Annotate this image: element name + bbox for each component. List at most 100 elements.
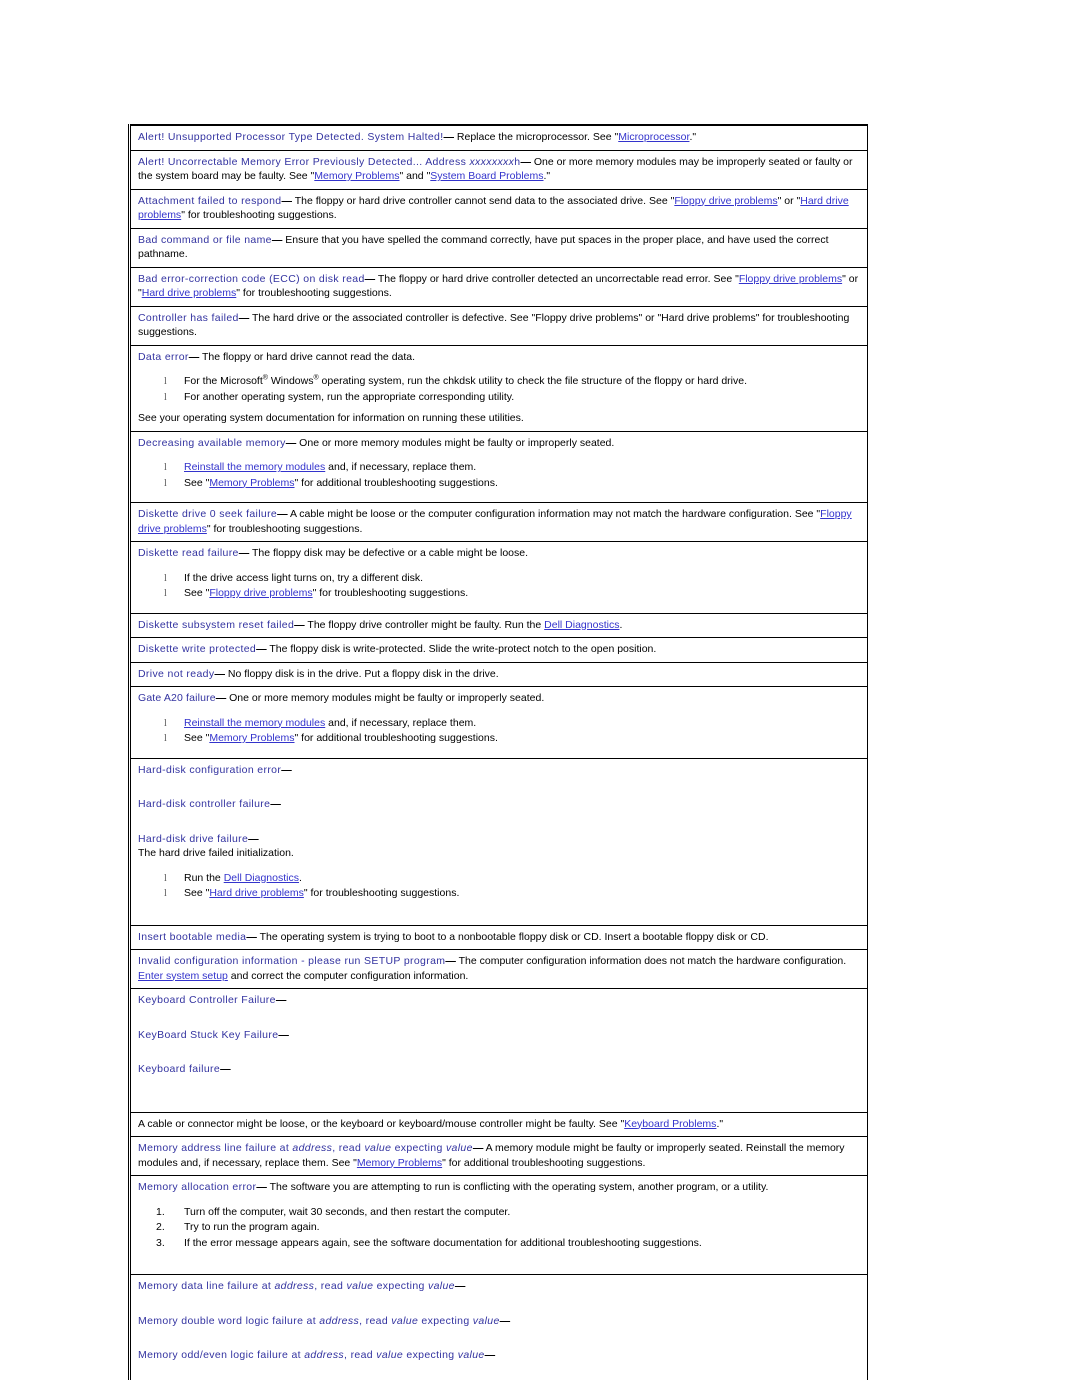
list-item: For the Microsoft® Windows® operating sy… [138,374,861,390]
table-row: Diskette subsystem reset failed— The flo… [129,612,868,638]
link-dell-diagnostics[interactable]: Dell Diagnostics [544,619,619,631]
message-heading: Bad command or file name [138,233,272,246]
message-cell-attachment-failed-to-respond: Attachment failed to respond— The floppy… [129,188,868,229]
list-item: If the drive access light turns on, try … [138,571,861,587]
list-item-text: For another operating system, run the ap… [184,390,515,403]
em-dash: — [499,1314,511,1327]
link-hard-drive-problems[interactable]: Hard drive problems [209,887,304,899]
table-row: A cable or connector might be loose, or … [129,1111,868,1137]
list-item-text-a: For the Microsoft [184,375,263,387]
message-text: Hard-disk drive failure— The hard drive f… [138,832,861,861]
message-heading: Memory allocation error [138,1181,257,1193]
list-item: Run the Dell Diagnostics. [138,871,861,887]
message-text: Memory data line failure at address, rea… [138,1279,861,1294]
message-body-mid: " or " [777,194,801,207]
message-heading-variable-value: value [472,1314,500,1327]
table-row: Insert bootable media— The operating sys… [129,924,868,950]
message-body: The floppy disk may be defective or a ca… [249,547,529,559]
link-system-board-problems[interactable]: System Board Problems [430,170,543,182]
table-row: Data error— The floppy or hard drive can… [129,344,868,432]
link-enter-system-setup[interactable]: Enter system setup [138,970,228,982]
message-body: The computer configuration information d… [455,955,847,967]
em-dash: — [248,832,259,845]
em-dash: — [271,233,283,246]
link-hard-drive-problems[interactable]: Hard drive problems [142,287,237,299]
em-dash: — [238,547,250,559]
link-microprocessor[interactable]: Microprocessor [618,131,689,143]
message-cell-memory-allocation-error: Memory allocation error— The software yo… [129,1175,868,1275]
message-cell-alert-uncorrectable-memory: Alert! Uncorrectable Memory Error Previo… [129,149,868,190]
list-item-text: If the drive access light turns on, try … [184,571,424,584]
message-body: The floppy or hard drive cannot read the… [199,350,416,363]
table-row: Memory address line failure at address, … [129,1136,868,1176]
message-heading: Memory address line failure at [138,1142,293,1154]
list-item-text-tail: " for additional troubleshooting suggest… [294,732,498,744]
message-heading-keyboard-controller-failure: Keyboard Controller Failure [138,994,276,1006]
message-heading-variable-value: value [427,1280,455,1292]
em-dash: — [484,1349,496,1361]
link-reinstall-the-memory-modules[interactable]: Reinstall the memory modules [184,717,325,729]
link-dell-diagnostics[interactable]: Dell Diagnostics [224,872,299,884]
message-cell-gate-a20-failure: Gate A20 failure— One or more memory mod… [129,686,868,759]
message-heading: Diskette read failure [138,547,239,559]
message-heading-part: , read [314,1280,347,1292]
message-body-tail: and correct the computer configuration i… [227,969,469,982]
list-item-text: and, if necessary, replace them. [325,461,477,473]
em-dash: — [472,1142,484,1154]
message-heading-part: expecting [391,1142,446,1154]
message-body: A cable or connector might be loose, or … [138,1117,625,1130]
message-body: The floppy or hard drive controller dete… [375,272,739,285]
message-heading-memory-double-word-logic-failure: Memory double word logic failure at [138,1314,320,1327]
message-body: Replace the microprocessor. See " [454,131,619,143]
message-heading-variable-address: address [304,1349,345,1361]
list-item-text-lead: See " [184,587,210,599]
em-dash: — [220,1063,231,1075]
link-floppy-drive-problems[interactable]: Floppy drive problems [674,195,777,207]
message-bullet-list: If the drive access light turns on, try … [138,571,861,602]
message-text: Controller has failed— The hard drive or… [138,311,861,340]
message-heading: Gate A20 failure [138,692,216,704]
message-text: Hard-disk controller failure— [138,797,861,812]
list-item: See "Floppy drive problems" for troubles… [138,586,861,602]
link-keyboard-problems[interactable]: Keyboard Problems [624,1118,716,1130]
link-reinstall-the-memory-modules[interactable]: Reinstall the memory modules [184,461,325,473]
message-cell-diskette-drive-0-seek-failure: Diskette drive 0 seek failure— A cable m… [129,502,868,542]
link-floppy-drive-problems[interactable]: Floppy drive problems [209,587,312,599]
message-cell-bad-command-or-file-name: Bad command or file name— Ensure that yo… [129,227,868,268]
message-text: Hard-disk configuration error— [138,763,861,778]
message-body-mid: " and " [399,170,431,182]
message-heading: Diskette write protected [138,643,257,655]
em-dash: — [364,272,376,285]
message-numbered-list: Turn off the computer, wait 30 seconds, … [138,1205,861,1252]
em-dash: — [188,350,200,363]
message-body-tail: " for additional troubleshooting suggest… [442,1156,646,1169]
table-row: Decreasing available memory— One or more… [129,430,868,503]
message-heading-memory-odd-even-logic-failure: Memory odd/even logic failure at [138,1349,305,1361]
em-dash: — [275,994,287,1006]
link-memory-problems[interactable]: Memory Problems [357,1157,442,1169]
message-text: Bad command or file name— Ensure that yo… [138,233,861,262]
link-memory-problems[interactable]: Memory Problems [209,477,294,489]
message-cell-hard-disk-group: Hard-disk configuration error— Hard-disk… [129,757,868,926]
message-heading: Controller has failed [138,311,239,324]
message-body: A cable might be loose or the computer c… [287,508,821,520]
message-heading-part: , read [359,1314,392,1327]
table-row: Hard-disk configuration error— Hard-disk… [129,757,868,926]
message-body: The hard drive failed initialization. [138,847,294,859]
list-item-text-c: operating system, run the chkdsk utility… [318,375,748,387]
message-heading-variable-value: value [457,1349,485,1361]
message-cell-keyboard-cable-note: A cable or connector might be loose, or … [129,1111,868,1137]
message-heading-variable-address: address [274,1280,315,1292]
link-memory-problems[interactable]: Memory Problems [314,170,399,182]
list-item: Try to run the program again. [156,1220,320,1235]
list-item-text-lead: See " [184,476,210,489]
message-heading-keyboard-failure: Keyboard failure [138,1063,221,1075]
link-floppy-drive-problems[interactable]: Floppy drive problems [739,273,842,285]
message-body: One or more memory modules might be faul… [226,692,545,704]
message-body: One or more memory modules might be faul… [296,436,615,449]
link-memory-problems[interactable]: Memory Problems [209,732,294,744]
